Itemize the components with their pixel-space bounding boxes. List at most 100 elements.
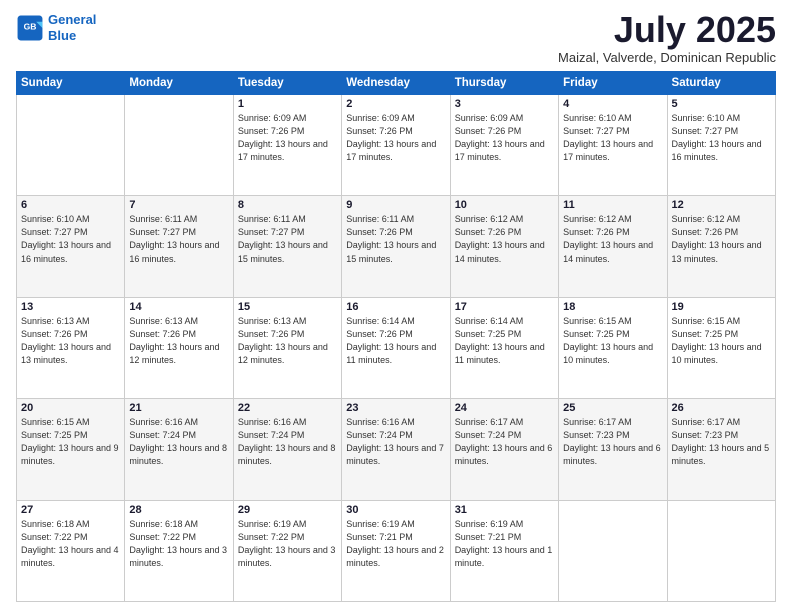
day-number: 17 (455, 301, 554, 313)
calendar-cell: 27 Sunrise: 6:18 AM Sunset: 7:22 PM Dayli… (17, 500, 125, 601)
day-number: 27 (21, 504, 120, 516)
calendar-cell (125, 95, 233, 196)
calendar-cell (559, 500, 667, 601)
calendar-cell: 28Sunrise: 6:18 AM Sunset: 7:22 PM Dayli… (125, 500, 233, 601)
day-number: 24 (455, 402, 554, 414)
calendar-week-1: 6 Sunrise: 6:10 AM Sunset: 7:27 PM Daylig… (17, 196, 776, 297)
day-number: 11 (563, 199, 662, 211)
day-info: Sunrise: 6:09 AM Sunset: 7:26 PM Dayligh… (238, 112, 337, 164)
calendar-cell: 6 Sunrise: 6:10 AM Sunset: 7:27 PM Daylig… (17, 196, 125, 297)
calendar-cell: 23 Sunrise: 6:16 AM Sunset: 7:24 PM Dayli… (342, 399, 450, 500)
calendar-cell: 1Sunrise: 6:09 AM Sunset: 7:26 PM Daylig… (233, 95, 341, 196)
day-info: Sunrise: 6:13 AM Sunset: 7:26 PM Dayligh… (129, 315, 228, 367)
calendar-header-row: SundayMondayTuesdayWednesdayThursdayFrid… (17, 72, 776, 95)
day-info: Sunrise: 6:14 AM Sunset: 7:25 PM Dayligh… (455, 315, 554, 367)
calendar-cell: 15 Sunrise: 6:13 AM Sunset: 7:26 PM Dayli… (233, 297, 341, 398)
day-info: Sunrise: 6:16 AM Sunset: 7:24 PM Dayligh… (129, 416, 228, 468)
day-number: 2 (346, 98, 445, 110)
calendar-cell: 30Sunrise: 6:19 AM Sunset: 7:21 PM Dayli… (342, 500, 450, 601)
calendar: SundayMondayTuesdayWednesdayThursdayFrid… (16, 71, 776, 602)
day-info: Sunrise: 6:11 AM Sunset: 7:27 PM Dayligh… (238, 213, 337, 265)
calendar-cell: 13 Sunrise: 6:13 AM Sunset: 7:26 PM Dayli… (17, 297, 125, 398)
day-number: 8 (238, 199, 337, 211)
day-info: Sunrise: 6:11 AM Sunset: 7:27 PM Dayligh… (129, 213, 228, 265)
calendar-cell: 24 Sunrise: 6:17 AM Sunset: 7:24 PM Dayli… (450, 399, 558, 500)
calendar-cell: 29Sunrise: 6:19 AM Sunset: 7:22 PM Dayli… (233, 500, 341, 601)
calendar-cell: 25Sunrise: 6:17 AM Sunset: 7:23 PM Dayli… (559, 399, 667, 500)
calendar-cell: 2 Sunrise: 6:09 AM Sunset: 7:26 PM Daylig… (342, 95, 450, 196)
day-number: 4 (563, 98, 662, 110)
day-info: Sunrise: 6:15 AM Sunset: 7:25 PM Dayligh… (21, 416, 120, 468)
calendar-cell: 31Sunrise: 6:19 AM Sunset: 7:21 PM Dayli… (450, 500, 558, 601)
calendar-header-tuesday: Tuesday (233, 72, 341, 95)
day-number: 6 (21, 199, 120, 211)
calendar-cell: 26 Sunrise: 6:17 AM Sunset: 7:23 PM Dayli… (667, 399, 775, 500)
calendar-cell: 18 Sunrise: 6:15 AM Sunset: 7:25 PM Dayli… (559, 297, 667, 398)
day-info: Sunrise: 6:13 AM Sunset: 7:26 PM Dayligh… (238, 315, 337, 367)
calendar-cell: 12 Sunrise: 6:12 AM Sunset: 7:26 PM Dayli… (667, 196, 775, 297)
calendar-cell: 8 Sunrise: 6:11 AM Sunset: 7:27 PM Daylig… (233, 196, 341, 297)
day-info: Sunrise: 6:19 AM Sunset: 7:21 PM Dayligh… (346, 518, 445, 570)
logo-icon: GB (16, 14, 44, 42)
day-info: Sunrise: 6:10 AM Sunset: 7:27 PM Dayligh… (563, 112, 662, 164)
day-number: 3 (455, 98, 554, 110)
calendar-cell: 22Sunrise: 6:16 AM Sunset: 7:24 PM Dayli… (233, 399, 341, 500)
calendar-header-sunday: Sunday (17, 72, 125, 95)
calendar-cell: 19 Sunrise: 6:15 AM Sunset: 7:25 PM Dayli… (667, 297, 775, 398)
calendar-header-monday: Monday (125, 72, 233, 95)
calendar-cell: 11 Sunrise: 6:12 AM Sunset: 7:26 PM Dayli… (559, 196, 667, 297)
day-info: Sunrise: 6:10 AM Sunset: 7:27 PM Dayligh… (21, 213, 120, 265)
day-number: 29 (238, 504, 337, 516)
logo-line2: Blue (48, 28, 76, 43)
day-info: Sunrise: 6:15 AM Sunset: 7:25 PM Dayligh… (563, 315, 662, 367)
day-number: 21 (129, 402, 228, 414)
calendar-header-saturday: Saturday (667, 72, 775, 95)
day-number: 10 (455, 199, 554, 211)
day-number: 31 (455, 504, 554, 516)
day-info: Sunrise: 6:14 AM Sunset: 7:26 PM Dayligh… (346, 315, 445, 367)
day-info: Sunrise: 6:09 AM Sunset: 7:26 PM Dayligh… (346, 112, 445, 164)
day-number: 12 (672, 199, 771, 211)
calendar-header-friday: Friday (559, 72, 667, 95)
day-number: 18 (563, 301, 662, 313)
day-number: 13 (21, 301, 120, 313)
calendar-week-0: 1Sunrise: 6:09 AM Sunset: 7:26 PM Daylig… (17, 95, 776, 196)
day-number: 23 (346, 402, 445, 414)
day-info: Sunrise: 6:15 AM Sunset: 7:25 PM Dayligh… (672, 315, 771, 367)
day-info: Sunrise: 6:16 AM Sunset: 7:24 PM Dayligh… (346, 416, 445, 468)
calendar-cell: 20 Sunrise: 6:15 AM Sunset: 7:25 PM Dayli… (17, 399, 125, 500)
day-number: 20 (21, 402, 120, 414)
logo-text: General Blue (48, 12, 96, 43)
logo: GB General Blue (16, 12, 96, 43)
page: GB General Blue July 2025 Maizal, Valver… (0, 0, 792, 612)
calendar-header-thursday: Thursday (450, 72, 558, 95)
day-info: Sunrise: 6:11 AM Sunset: 7:26 PM Dayligh… (346, 213, 445, 265)
day-number: 22 (238, 402, 337, 414)
day-info: Sunrise: 6:12 AM Sunset: 7:26 PM Dayligh… (455, 213, 554, 265)
subtitle: Maizal, Valverde, Dominican Republic (558, 50, 776, 65)
day-number: 26 (672, 402, 771, 414)
day-info: Sunrise: 6:17 AM Sunset: 7:24 PM Dayligh… (455, 416, 554, 468)
day-number: 9 (346, 199, 445, 211)
calendar-cell: 14Sunrise: 6:13 AM Sunset: 7:26 PM Dayli… (125, 297, 233, 398)
logo-line1: General (48, 12, 96, 27)
calendar-week-4: 27 Sunrise: 6:18 AM Sunset: 7:22 PM Dayli… (17, 500, 776, 601)
calendar-cell: 3 Sunrise: 6:09 AM Sunset: 7:26 PM Daylig… (450, 95, 558, 196)
day-info: Sunrise: 6:13 AM Sunset: 7:26 PM Dayligh… (21, 315, 120, 367)
day-number: 28 (129, 504, 228, 516)
svg-text:GB: GB (24, 21, 37, 31)
day-number: 7 (129, 199, 228, 211)
calendar-cell: 9 Sunrise: 6:11 AM Sunset: 7:26 PM Daylig… (342, 196, 450, 297)
day-info: Sunrise: 6:17 AM Sunset: 7:23 PM Dayligh… (672, 416, 771, 468)
day-info: Sunrise: 6:09 AM Sunset: 7:26 PM Dayligh… (455, 112, 554, 164)
calendar-week-3: 20 Sunrise: 6:15 AM Sunset: 7:25 PM Dayli… (17, 399, 776, 500)
day-info: Sunrise: 6:12 AM Sunset: 7:26 PM Dayligh… (672, 213, 771, 265)
day-number: 19 (672, 301, 771, 313)
calendar-cell: 21 Sunrise: 6:16 AM Sunset: 7:24 PM Dayli… (125, 399, 233, 500)
day-info: Sunrise: 6:10 AM Sunset: 7:27 PM Dayligh… (672, 112, 771, 164)
month-title: July 2025 (558, 12, 776, 48)
day-info: Sunrise: 6:12 AM Sunset: 7:26 PM Dayligh… (563, 213, 662, 265)
header: GB General Blue July 2025 Maizal, Valver… (16, 12, 776, 65)
day-info: Sunrise: 6:18 AM Sunset: 7:22 PM Dayligh… (21, 518, 120, 570)
day-number: 15 (238, 301, 337, 313)
